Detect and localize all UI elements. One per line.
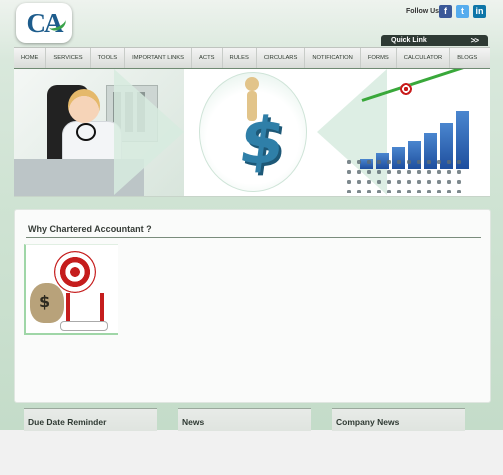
quick-link-tab[interactable]: Quick Link >>	[381, 35, 488, 46]
nav-important-links[interactable]: IMPORTANT LINKS	[125, 48, 193, 68]
facebook-icon[interactable]: f	[439, 5, 452, 18]
twitter-icon[interactable]: t	[456, 5, 469, 18]
money-bag-symbol: $	[39, 292, 51, 311]
due-date-reminder-box[interactable]: Due Date Reminder	[24, 408, 157, 431]
title-divider	[26, 237, 481, 238]
company-news-box[interactable]: Company News	[332, 408, 465, 431]
nav-acts[interactable]: ACTS	[192, 48, 223, 68]
crowd-image	[344, 157, 464, 193]
nav-forms[interactable]: FORMS	[361, 48, 397, 68]
dollar-icon: $	[234, 105, 290, 179]
linkedin-icon[interactable]: in	[473, 5, 486, 18]
nav-blogs[interactable]: BLOGS	[450, 48, 484, 68]
mascot-shoes	[60, 321, 108, 331]
money-bag-icon: $	[30, 283, 64, 323]
news-title: News	[182, 417, 205, 427]
child-head-image	[68, 89, 100, 123]
company-news-title: Company News	[336, 417, 400, 427]
nav-services[interactable]: SERVICES	[46, 48, 91, 68]
banner-arrow-right-shape	[114, 69, 184, 195]
nav-circulars[interactable]: CIRCULARS	[257, 48, 306, 68]
footer-strip	[0, 430, 503, 475]
nav-calculator[interactable]: CALCULATOR	[397, 48, 451, 68]
figure-head-image	[245, 77, 259, 91]
section-title: Why Chartered Accountant ?	[28, 224, 152, 234]
quick-link-label: Quick Link	[391, 37, 427, 44]
nav-home[interactable]: HOME	[14, 48, 47, 68]
hero-banner: $	[14, 69, 490, 197]
why-ca-panel: Why Chartered Accountant ? $	[14, 209, 491, 403]
nav-notification[interactable]: NOTIFICATION	[305, 48, 361, 68]
phone-icon	[76, 123, 96, 141]
bullseye-icon	[54, 251, 96, 293]
target-icon	[400, 83, 412, 95]
due-date-reminder-title: Due Date Reminder	[28, 417, 107, 427]
site-logo[interactable]: CA	[16, 3, 72, 43]
follow-us-label: Follow Us:	[406, 8, 442, 15]
nav-tools[interactable]: TOOLS	[91, 48, 126, 68]
mascot-legs	[66, 293, 104, 323]
main-nav: HOME SERVICES TOOLS IMPORTANT LINKS ACTS…	[14, 47, 490, 70]
news-box[interactable]: News	[178, 408, 311, 431]
target-moneybag-illustration: $	[24, 244, 118, 335]
nav-rules[interactable]: RULES	[223, 48, 257, 68]
double-arrow-icon: >>	[470, 36, 479, 45]
